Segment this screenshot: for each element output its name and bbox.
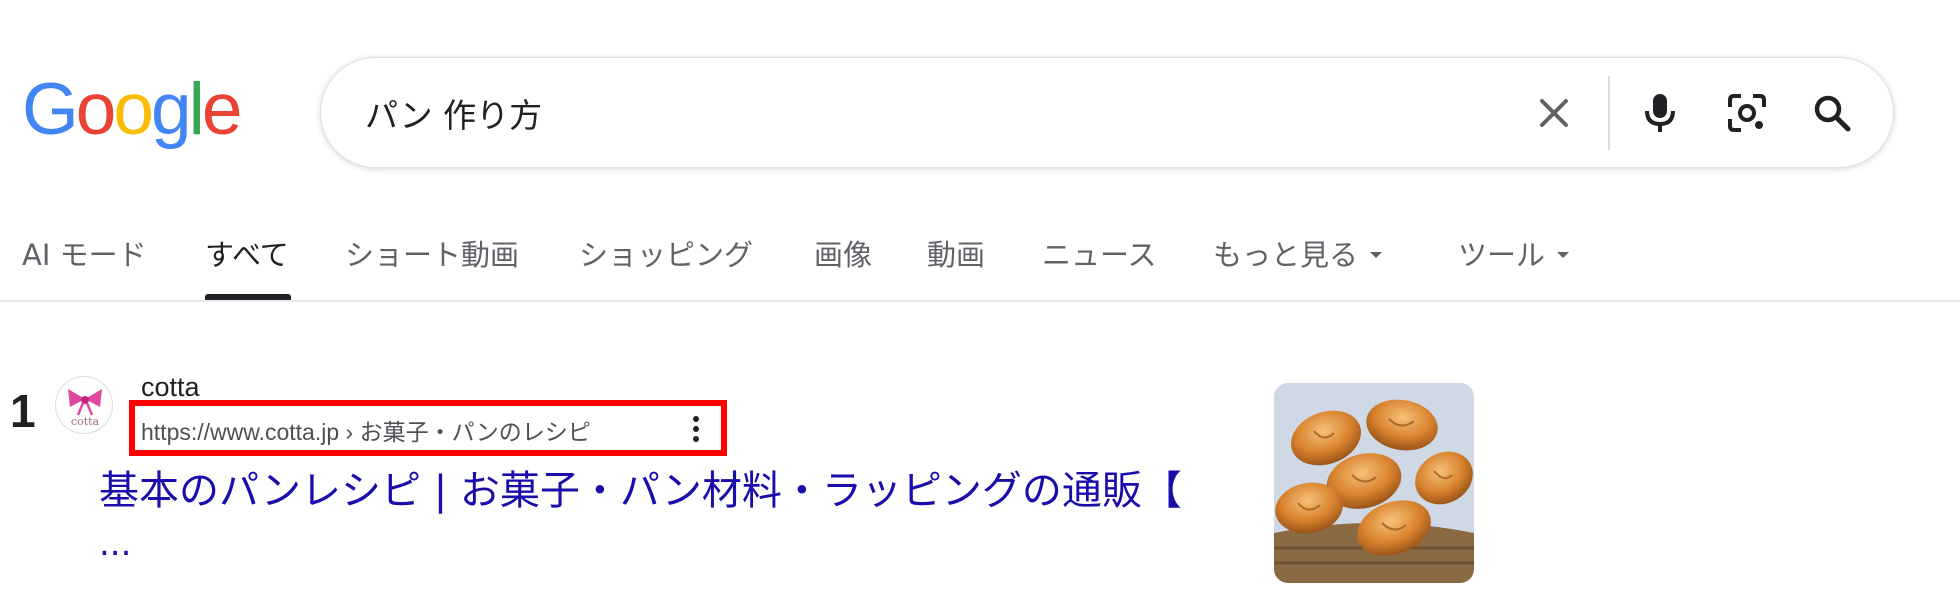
- search-box: [320, 57, 1894, 168]
- site-favicon[interactable]: cotta: [55, 376, 113, 434]
- search-divider: [1608, 76, 1610, 150]
- close-icon[interactable]: [1524, 83, 1584, 143]
- search-tabs: AI モード すべて ショート動画 ショッピング 画像 動画 ニュース もっと見…: [0, 226, 1960, 302]
- result-thumbnail-image[interactable]: [1274, 383, 1474, 583]
- tab-all[interactable]: すべて: [205, 232, 289, 274]
- search-input[interactable]: [365, 85, 1415, 141]
- logo-letter: e: [201, 69, 243, 150]
- microphone-icon[interactable]: [1630, 83, 1690, 143]
- logo-letter: g: [151, 69, 192, 150]
- camera-lens-icon[interactable]: [1717, 83, 1777, 143]
- tab-ai-mode[interactable]: AI モード: [22, 232, 147, 274]
- tab-tools[interactable]: ツール: [1458, 232, 1570, 274]
- tab-images[interactable]: 画像: [814, 232, 872, 274]
- result-title-link[interactable]: 基本のパンレシピ | お菓子・パン材料・ラッピングの通販【: [99, 458, 1274, 520]
- favicon-text: cotta: [71, 415, 100, 428]
- chevron-down-icon: [1557, 252, 1570, 258]
- tab-news[interactable]: ニュース: [1042, 232, 1157, 274]
- chevron-down-icon: [1370, 252, 1383, 258]
- logo-letter: o: [75, 69, 117, 150]
- result-title-ellipsis: ...: [99, 524, 132, 564]
- tab-more-label: もっと見る: [1213, 238, 1359, 272]
- tab-shopping[interactable]: ショッピング: [579, 232, 753, 274]
- google-logo[interactable]: Google: [22, 69, 243, 150]
- search-icon[interactable]: [1802, 83, 1862, 143]
- site-name[interactable]: cotta: [141, 372, 200, 403]
- url-highlight-annotation: [129, 400, 727, 456]
- tab-more[interactable]: もっと見る: [1213, 232, 1383, 274]
- logo-letter: o: [113, 69, 154, 150]
- result-number: 1: [10, 385, 36, 437]
- tab-videos[interactable]: 動画: [927, 232, 985, 274]
- logo-letter: G: [22, 69, 79, 150]
- logo-letter: l: [188, 69, 205, 150]
- tab-short-videos[interactable]: ショート動画: [345, 232, 519, 274]
- active-tab-indicator: [205, 294, 291, 300]
- tab-tools-label: ツール: [1458, 238, 1546, 272]
